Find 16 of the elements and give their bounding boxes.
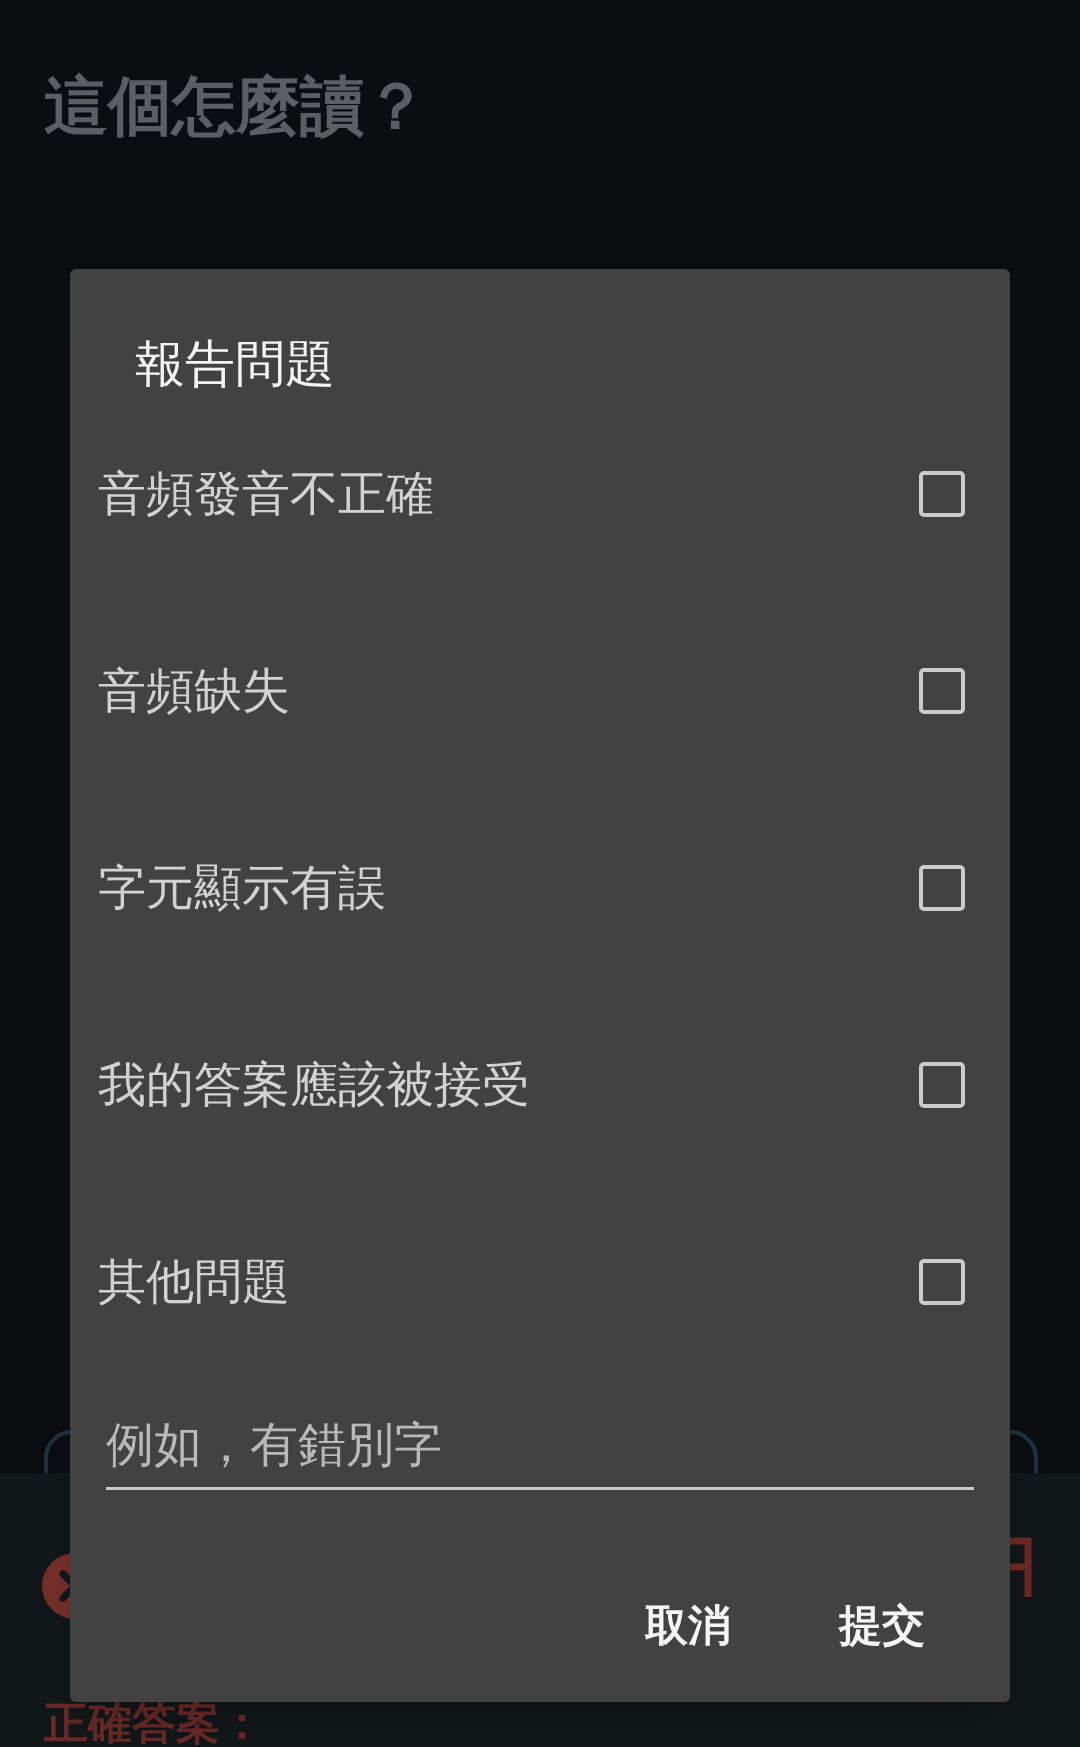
dialog-title: 報告問題 [135, 339, 335, 389]
checkbox[interactable] [919, 864, 965, 911]
option-label: 音頻發音不正確 [98, 465, 434, 522]
option-label: 我的答案應該被接受 [98, 1056, 530, 1113]
option-label: 音頻缺失 [98, 662, 290, 719]
checkbox[interactable] [919, 470, 965, 517]
option-label: 其他問題 [98, 1253, 290, 1310]
checkbox[interactable] [919, 1061, 965, 1108]
checkbox[interactable] [919, 667, 965, 714]
comment-field[interactable]: 例如，有錯別字 [106, 1410, 974, 1490]
dialog-button[interactable]: 取消 [621, 1585, 755, 1665]
question-title: 這個怎麼讀？ [44, 74, 428, 138]
checkbox[interactable] [919, 1258, 965, 1305]
correct-answer-label: 正確答案： [44, 1701, 264, 1745]
dialog-button[interactable]: 提交 [815, 1585, 949, 1665]
option-label: 字元顯示有誤 [98, 859, 386, 916]
